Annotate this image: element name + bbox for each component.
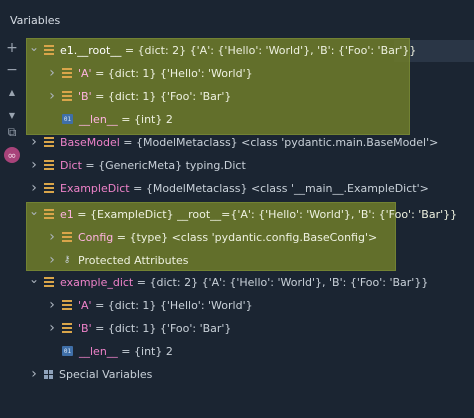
chevron-right-icon[interactable]: › [28, 366, 40, 382]
chevron-down-icon[interactable]: ⌄ [28, 40, 40, 54]
variable-name: __len__ [79, 344, 118, 358]
variable-name: example_dict [60, 275, 134, 289]
equals-sign: = [117, 344, 135, 358]
variables-toolbar: + − ▲ ▼ ⧉ ∞ [0, 38, 26, 418]
variable-value: {dict: 2} {'A': {'Hello': 'World'}, 'B':… [149, 275, 429, 289]
tree-row[interactable]: ⌄ example_dict = {dict: 2} {'A': {'Hello'… [26, 271, 474, 293]
field-icon [44, 183, 54, 193]
tree-row[interactable]: › ⚷ Protected Attributes [26, 249, 474, 271]
variable-value: {GenericMeta} typing.Dict [98, 158, 246, 172]
chevron-right-icon[interactable]: › [46, 88, 58, 104]
move-up-icon[interactable]: ▲ [4, 85, 20, 101]
int-type-icon: 01 [62, 346, 73, 356]
tree-row[interactable]: › Special Variables [26, 363, 474, 385]
equals-sign: = [117, 112, 135, 126]
tree-row[interactable]: › 'A' = {dict: 1} {'Hello': 'World'} [26, 294, 474, 316]
row-label: Special Variables [59, 367, 153, 381]
chevron-right-icon[interactable]: › [46, 297, 58, 313]
variable-name: 'B' [78, 89, 92, 103]
tree-row[interactable]: ›01__len__ = {int} 2 [26, 108, 474, 130]
variable-value: {dict: 1} {'Foo': 'Bar'} [107, 89, 232, 103]
variable-name: __len__ [79, 112, 118, 126]
field-icon [62, 68, 72, 78]
variable-name: 'A' [78, 66, 92, 80]
int-type-icon: 01 [62, 114, 73, 124]
equals-sign: = [91, 321, 108, 335]
field-icon [44, 277, 54, 287]
chevron-right-icon[interactable]: › [28, 134, 40, 150]
protected-key-icon: ⚷ [63, 255, 71, 265]
tree-row[interactable]: › 'B' = {dict: 1} {'Foo': 'Bar'} [26, 85, 474, 107]
field-icon [44, 137, 54, 147]
chevron-right-icon[interactable]: › [46, 65, 58, 81]
tree-row[interactable]: › ExampleDict = {ModelMetaclass} <class '… [26, 177, 474, 199]
tree-row[interactable]: › 'B' = {dict: 1} {'Foo': 'Bar'} [26, 317, 474, 339]
variable-value: {ModelMetaclass} <class '__main__.Exampl… [145, 181, 429, 195]
tree-row[interactable]: › 'A' = {dict: 1} {'Hello': 'World'} [26, 62, 474, 84]
field-icon [62, 91, 72, 101]
chevron-right-icon[interactable]: › [46, 252, 58, 268]
field-icon [44, 45, 54, 55]
variable-value: {type} <class 'pydantic.config.BaseConfi… [129, 230, 378, 244]
chevron-down-icon[interactable]: ⌄ [28, 272, 40, 286]
field-icon [62, 323, 72, 333]
tree-row[interactable]: ⌄ e1 = {ExampleDict} __root__={'A': {'Hel… [26, 203, 474, 225]
field-icon [62, 300, 72, 310]
variables-panel-title: Variables [10, 14, 61, 27]
chevron-right-icon[interactable]: › [46, 229, 58, 245]
equals-sign: = [113, 230, 130, 244]
equals-sign: = [119, 135, 137, 149]
equals-sign: = [129, 181, 146, 195]
move-down-icon[interactable]: ▼ [4, 108, 20, 124]
tree-row[interactable]: ›01__len__ = {int} 2 [26, 340, 474, 362]
variable-name: 'B' [78, 321, 92, 335]
add-watch-icon[interactable]: + [4, 40, 20, 56]
equals-sign: = [133, 275, 150, 289]
variable-value: {dict: 1} {'Hello': 'World'} [107, 298, 253, 312]
variable-name: BaseModel [60, 135, 120, 149]
field-icon [62, 232, 72, 242]
variable-name: e1.__root__ [60, 43, 122, 57]
variable-value: {int} 2 [134, 344, 173, 358]
variable-name: Dict [60, 158, 82, 172]
variable-value: {dict: 2} {'A': {'Hello': 'World'}, 'B':… [137, 43, 417, 57]
variable-name: 'A' [78, 298, 92, 312]
variable-name: e1 [60, 207, 74, 221]
tree-row[interactable]: › Dict = {GenericMeta} typing.Dict [26, 154, 474, 176]
tree-row[interactable]: ⌄ e1.__root__ = {dict: 2} {'A': {'Hello':… [26, 39, 474, 61]
chevron-right-icon[interactable]: › [46, 320, 58, 336]
remove-watch-icon[interactable]: − [4, 62, 20, 78]
variable-value: {ModelMetaclass} <class 'pydantic.main.B… [136, 135, 439, 149]
variables-tree: ⌄ e1.__root__ = {dict: 2} {'A': {'Hello':… [26, 38, 474, 418]
variable-value: {ExampleDict} __root__={'A': {'Hello': '… [90, 207, 458, 221]
variable-name: Config [78, 230, 114, 244]
equals-sign: = [91, 89, 108, 103]
variable-value: {dict: 1} {'Hello': 'World'} [107, 66, 253, 80]
variable-value: {dict: 1} {'Foo': 'Bar'} [107, 321, 232, 335]
equals-sign: = [121, 43, 138, 57]
tree-row[interactable]: › BaseModel = {ModelMetaclass} <class 'py… [26, 131, 474, 153]
tree-row[interactable]: › Config = {type} <class 'pydantic.config… [26, 226, 474, 248]
copy-icon[interactable]: ⧉ [4, 124, 20, 140]
chevron-right-icon[interactable]: › [28, 157, 40, 173]
equals-sign: = [81, 158, 99, 172]
equals-sign: = [91, 298, 108, 312]
row-label: Protected Attributes [78, 253, 189, 267]
chevron-right-icon[interactable]: › [28, 180, 40, 196]
view-glasses-icon[interactable]: ∞ [4, 147, 20, 163]
field-icon [44, 160, 54, 170]
variable-value: {int} 2 [134, 112, 173, 126]
field-icon [44, 209, 54, 219]
equals-sign: = [91, 66, 108, 80]
equals-sign: = [73, 207, 90, 221]
chevron-down-icon[interactable]: ⌄ [28, 204, 40, 218]
special-variables-icon [44, 369, 53, 379]
variable-name: ExampleDict [60, 181, 130, 195]
